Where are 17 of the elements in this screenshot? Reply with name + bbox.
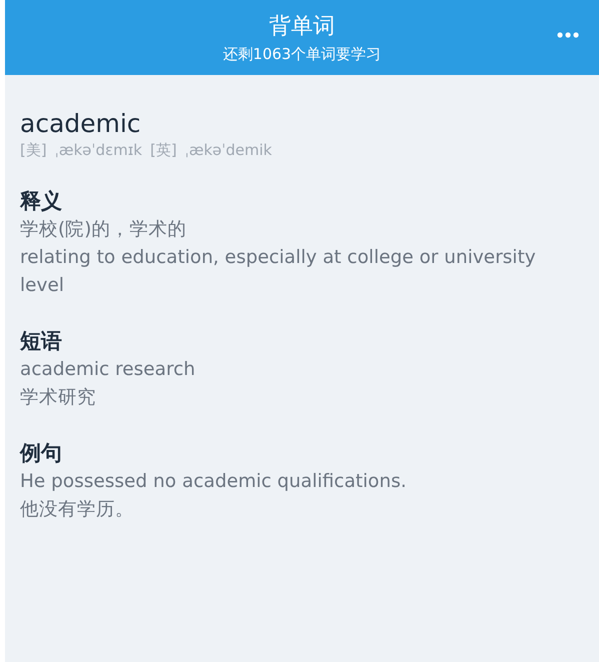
section-text: 学术研究 [20,386,96,410]
section-text: He possessed no academic qualifications. [20,470,406,494]
section-title: 例句 [20,440,62,467]
phonetic-transcription: ˌækəˈdɛmɪk [54,141,142,160]
section-text: 学校(院)的，学术的 [20,218,186,242]
phonetic-region: [英] [150,141,177,160]
section-text: academic research [20,358,196,382]
section-text: 他没有学历。 [20,498,134,522]
word-headword: academic [20,109,141,139]
section-title: 释义 [20,188,62,215]
section-title: 短语 [20,328,62,355]
phonetic-transcription: ˌækəˈdemik [184,141,272,160]
phonetic-region: [美] [20,141,47,160]
page-title: 背单词 [269,13,335,41]
section-text: relating to education, especially at college or university level [20,246,537,298]
remaining-count: 还剩1063个单词要学习 [222,45,382,64]
more-icon[interactable] [557,32,579,38]
